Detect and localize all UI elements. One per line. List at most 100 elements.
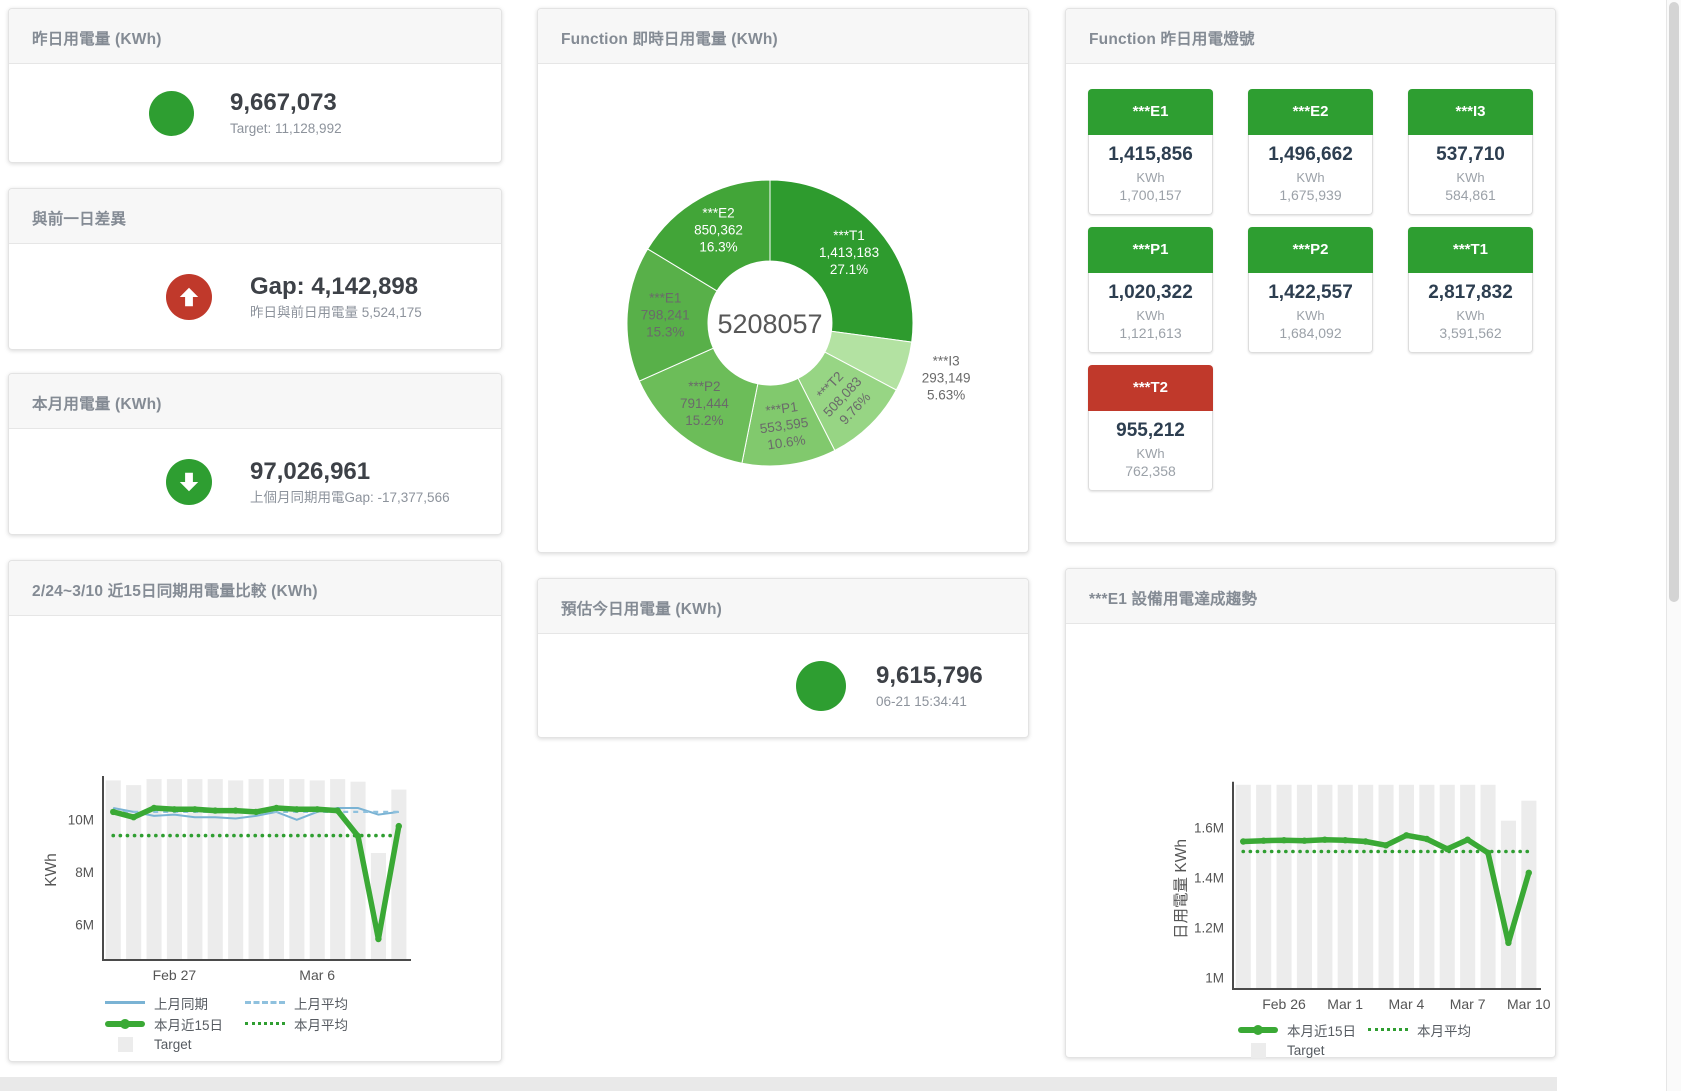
tile-value: 1,415,856: [1093, 144, 1208, 166]
tile-unit: KWh: [1253, 170, 1368, 185]
stat-body: 97,026,961 上個月同期用電Gap: -17,377,566: [9, 429, 501, 534]
series-point: [1383, 842, 1389, 848]
series-point: [1403, 832, 1409, 838]
target-bar: [391, 790, 406, 960]
series-point: [1485, 850, 1491, 856]
arrow-down-circle-icon: [166, 459, 212, 505]
legend-label: 上月平均: [294, 993, 348, 1013]
tile-target: 1,700,157: [1093, 187, 1208, 203]
target-bar: [1379, 785, 1394, 989]
target-bar: [1440, 785, 1455, 989]
stat-body: 9,667,073 Target: 11,128,992: [9, 64, 501, 162]
stat-subtitle: 06-21 15:34:41: [876, 694, 983, 711]
light-tile-P2: ***P21,422,557KWh1,684,092: [1248, 227, 1373, 353]
card-yesterday-lights: Function 昨日用電燈號 ***E11,415,856KWh1,700,1…: [1065, 8, 1556, 543]
series-point: [1240, 838, 1246, 844]
stat-value: 9,615,796: [876, 661, 983, 691]
target-bar: [330, 779, 345, 960]
x-tick-label: Feb 27: [153, 967, 197, 983]
scrollbar-thumb[interactable]: [1669, 2, 1679, 602]
target-bar: [106, 780, 121, 960]
window-bottom-edge: [0, 1077, 1557, 1091]
legend-label: Target: [154, 1037, 192, 1052]
series-point: [355, 833, 361, 839]
y-tick-label: 1.4M: [1194, 870, 1224, 885]
card-month-usage: 本月用電量 (KWh) 97,026,961 上個月同期用電Gap: -17,3…: [8, 373, 502, 535]
target-bar: [1317, 785, 1332, 989]
legend-line-marker-icon: [105, 1001, 145, 1004]
tile-header: ***P1: [1088, 227, 1213, 273]
tile-target: 1,675,939: [1253, 187, 1368, 203]
series-point: [375, 936, 381, 942]
target-bar: [228, 780, 243, 960]
card-title: 預估今日用電量 (KWh): [538, 579, 1028, 634]
card-realtime-donut: Function 即時日用電量 (KWh) ***T11,413,18327.1…: [537, 8, 1029, 553]
series-point: [273, 805, 279, 811]
tile-unit: KWh: [1253, 308, 1368, 323]
lights-body: ***E11,415,856KWh1,700,157***E21,496,662…: [1066, 89, 1555, 567]
tile-body: 1,415,856KWh1,700,157: [1088, 135, 1213, 215]
card-title: 昨日用電量 (KWh): [9, 9, 501, 64]
x-tick-label: Mar 4: [1389, 996, 1425, 1012]
target-bar: [1358, 785, 1373, 989]
tile-target: 3,591,562: [1413, 325, 1528, 341]
series-point: [314, 806, 320, 812]
series-point: [1281, 837, 1287, 843]
card-title: 2/24~3/10 近15日同期用電量比較 (KWh): [9, 561, 501, 616]
card-gap-previous-day: 與前一日差異 Gap: 4,142,898 昨日與前日用電量 5,524,175: [8, 188, 502, 350]
target-bar: [1338, 785, 1353, 989]
stat-value: 97,026,961: [250, 457, 450, 487]
stat-body: Gap: 4,142,898 昨日與前日用電量 5,524,175: [9, 244, 501, 349]
tile-header: ***E1: [1088, 89, 1213, 135]
series-point: [1505, 940, 1511, 946]
y-tick-label: 1.6M: [1194, 820, 1224, 835]
x-tick-label: Mar 1: [1327, 996, 1363, 1012]
chart-body: ***T11,413,18327.1%***I3293,1495.63%***T…: [538, 113, 1028, 601]
legend-dots-marker-icon: [245, 1022, 285, 1025]
series-point: [396, 823, 402, 829]
series-point: [151, 805, 157, 811]
legend-box-marker-icon: [1238, 1043, 1278, 1058]
target-bar: [1256, 785, 1271, 989]
target-bar: [249, 779, 264, 960]
comparison-line-chart: 6M8M10MFeb 27Mar 6KWh: [31, 750, 501, 990]
series-point: [1322, 837, 1328, 843]
tile-body: 1,496,662 KWh 1,675,939: [1248, 135, 1373, 215]
legend-label: Target: [1287, 1043, 1325, 1058]
series-point: [1464, 837, 1470, 843]
status-green-circle-icon: [796, 661, 846, 711]
y-tick-label: 6M: [75, 918, 94, 933]
y-tick-label: 1.2M: [1194, 920, 1224, 935]
trend-line-chart: 1M1.2M1.4M1.6MFeb 26Mar 1Mar 4Mar 7Mar 1…: [1086, 779, 1554, 1019]
tile-header: ***E2: [1248, 89, 1373, 135]
tile-body: 1,020,322KWh1,121,613: [1088, 273, 1213, 353]
series-point: [192, 806, 198, 812]
series-point: [1424, 836, 1430, 842]
tile-value: 1,496,662: [1253, 144, 1368, 166]
tile-target: 584,861: [1413, 187, 1528, 203]
energy-dashboard: 昨日用電量 (KWh) 9,667,073 Target: 11,128,992…: [0, 0, 1681, 1091]
x-tick-label: Mar 7: [1450, 996, 1486, 1012]
legend-label: 本月近15日: [1287, 1020, 1356, 1040]
light-tile-T2: ***T2955,212KWh762,358: [1088, 365, 1213, 491]
tile-header: ***T2: [1088, 365, 1213, 411]
legend-item-dots: 本月平均: [1368, 1019, 1498, 1040]
legend-item-dots: 本月平均: [245, 1013, 385, 1034]
donut-slice-label: ***I3293,1495.63%: [922, 354, 971, 403]
x-tick-label: Feb 26: [1262, 996, 1306, 1012]
donut-center-total: 5208057: [717, 309, 822, 339]
y-tick-label: 10M: [68, 812, 94, 827]
tile-unit: KWh: [1093, 446, 1208, 461]
tile-body: 1,422,557KWh1,684,092: [1248, 273, 1373, 353]
tile-target: 1,684,092: [1253, 325, 1368, 341]
y-axis-label: KWh: [43, 853, 60, 887]
stat-body: 9,615,796 06-21 15:34:41: [538, 634, 1028, 737]
series-point: [334, 807, 340, 813]
legend-thick-marker-icon: [1238, 1027, 1278, 1033]
target-bar: [1460, 785, 1475, 989]
light-tile-E1: ***E11,415,856KWh1,700,157: [1088, 89, 1213, 215]
target-bar: [1236, 785, 1251, 989]
vertical-scrollbar[interactable]: [1666, 0, 1681, 1091]
light-tile-P1: ***P11,020,322KWh1,121,613: [1088, 227, 1213, 353]
legend-dash-marker-icon: [245, 1001, 285, 1004]
